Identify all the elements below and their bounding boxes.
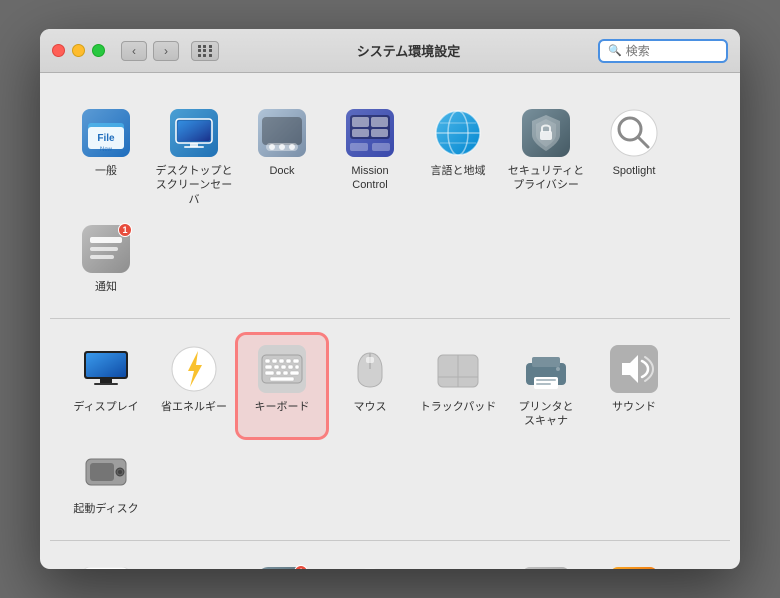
pref-trackpad-label: トラックパッド <box>420 400 496 414</box>
software-badge: 1 <box>294 565 308 569</box>
pref-general-label: 一般 <box>95 164 117 178</box>
pref-icloud[interactable]: iCloud <box>62 557 150 569</box>
search-input[interactable] <box>626 44 718 58</box>
notification-badge: 1 <box>118 223 132 237</box>
pref-printer-label: プリンタとスキャナ <box>519 400 574 429</box>
section-personal: File New 一般 <box>50 83 730 319</box>
pref-language-label: 言語と地域 <box>431 164 486 178</box>
content-area: File New 一般 <box>40 73 740 569</box>
svg-text:File: File <box>97 133 115 144</box>
grid-view-button[interactable] <box>191 41 219 61</box>
pref-notification[interactable]: 1 通知 <box>62 215 150 302</box>
system-preferences-window: ‹ › システム環境設定 🔍 <box>40 29 740 569</box>
window-title: システム環境設定 <box>219 41 598 60</box>
pref-startup-label: 起動ディスク <box>73 502 138 516</box>
pref-display-label: ディスプレイ <box>73 400 138 414</box>
pref-printer[interactable]: プリンタとスキャナ <box>502 335 590 437</box>
pref-internet[interactable]: @ インターネットアカウント <box>150 557 238 569</box>
pref-security[interactable]: セキュリティとプライバシー <box>502 99 590 215</box>
pref-extensions[interactable]: 機能拡張 <box>502 557 590 569</box>
pref-keyboard[interactable]: キーボード <box>238 335 326 437</box>
pref-sound[interactable]: サウンド <box>590 335 678 437</box>
pref-mouse-label: マウス <box>354 400 387 414</box>
traffic-lights <box>52 44 105 57</box>
search-icon: 🔍 <box>608 44 622 57</box>
pref-dock-label: Dock <box>269 164 294 178</box>
pref-network[interactable]: ネットワーク <box>326 557 414 569</box>
pref-spotlight-label: Spotlight <box>613 164 656 178</box>
search-box[interactable]: 🔍 <box>598 39 728 63</box>
pref-keyboard-label: キーボード <box>255 400 310 414</box>
svg-text:New: New <box>100 147 113 153</box>
pref-security-label: セキュリティとプライバシー <box>508 164 584 193</box>
pref-bluetooth[interactable]: Bluetooth <box>414 557 502 569</box>
pref-notification-label: 通知 <box>95 280 117 294</box>
minimize-button[interactable] <box>72 44 85 57</box>
nav-buttons: ‹ › <box>121 41 219 61</box>
section-internet: iCloud @ インターネットアカウント <box>50 541 730 569</box>
pref-desktop-label: デスクトップとスクリーンセーバ <box>154 164 234 207</box>
pref-display[interactable]: ディスプレイ <box>62 335 150 437</box>
maximize-button[interactable] <box>92 44 105 57</box>
forward-button[interactable]: › <box>153 41 179 61</box>
pref-software[interactable]: 1 ソフトウェアアップデート <box>238 557 326 569</box>
pref-language[interactable]: 言語と地域 <box>414 99 502 215</box>
titlebar: ‹ › システム環境設定 🔍 <box>40 29 740 73</box>
section-hardware: ディスプレイ 省エネルギー <box>50 319 730 541</box>
pref-trackpad[interactable]: トラックパッド <box>414 335 502 437</box>
pref-energy-label: 省エネルギー <box>161 400 227 414</box>
close-button[interactable] <box>52 44 65 57</box>
pref-dock[interactable]: Dock <box>238 99 326 215</box>
pref-spotlight[interactable]: Spotlight <box>590 99 678 215</box>
back-button[interactable]: ‹ <box>121 41 147 61</box>
pref-sharing[interactable]: 共有 <box>590 557 678 569</box>
pref-general[interactable]: File New 一般 <box>62 99 150 215</box>
pref-desktop[interactable]: デスクトップとスクリーンセーバ <box>150 99 238 215</box>
pref-mission[interactable]: MissionControl <box>326 99 414 215</box>
pref-energy[interactable]: 省エネルギー <box>150 335 238 437</box>
pref-startup[interactable]: 起動ディスク <box>62 437 150 524</box>
pref-sound-label: サウンド <box>612 400 656 414</box>
pref-mission-label: MissionControl <box>351 164 388 193</box>
pref-mouse[interactable]: マウス <box>326 335 414 437</box>
